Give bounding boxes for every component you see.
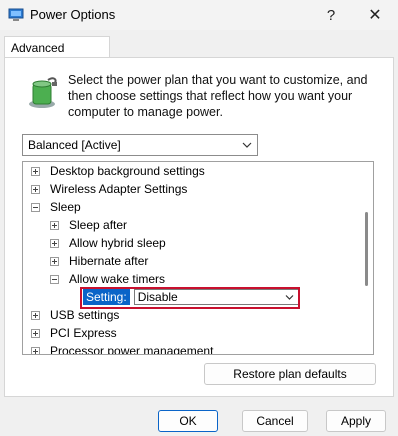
tab-advanced-settings[interactable]: Advanced settings — [4, 36, 110, 69]
tree-item-allow-wake-timers[interactable]: Allow wake timers — [50, 270, 165, 288]
expand-icon[interactable] — [50, 238, 59, 248]
wake-timers-value: Disable — [137, 290, 178, 304]
close-button[interactable]: ✕ — [352, 0, 398, 30]
power-options-icon — [8, 8, 24, 21]
tree-item-label: PCI Express — [50, 326, 117, 340]
tree-item-allow-hybrid-sleep[interactable]: Allow hybrid sleep — [50, 234, 166, 252]
collapse-icon[interactable] — [31, 202, 40, 212]
cancel-button[interactable]: Cancel — [242, 410, 308, 432]
window-title: Power Options — [30, 7, 116, 22]
expand-icon[interactable] — [31, 310, 40, 320]
tree-item-desktop-background[interactable]: Desktop background settings — [31, 162, 205, 180]
expand-icon[interactable] — [31, 184, 40, 194]
chevron-down-icon — [285, 295, 294, 300]
tree-item-label: Allow hybrid sleep — [69, 236, 166, 250]
collapse-icon[interactable] — [50, 274, 59, 284]
tree-item-label: Allow wake timers — [69, 272, 166, 286]
tree-item-usb-settings[interactable]: USB settings — [31, 306, 119, 324]
power-plan-dropdown[interactable]: Balanced [Active] — [22, 134, 258, 156]
expand-icon[interactable] — [31, 346, 40, 354]
tree-item-hibernate-after[interactable]: Hibernate after — [50, 252, 148, 270]
tree-item-wireless-adapter[interactable]: Wireless Adapter Settings — [31, 180, 187, 198]
wake-timers-dropdown[interactable]: Disable — [133, 289, 299, 305]
tree-item-label: Sleep — [50, 200, 81, 214]
tree-item-label: Processor power management — [50, 344, 214, 355]
power-plan-value: Balanced [Active] — [28, 138, 121, 152]
tree-item-label: Sleep after — [69, 218, 128, 232]
expand-icon[interactable] — [50, 256, 59, 266]
expand-icon[interactable] — [31, 328, 40, 338]
ok-button[interactable]: OK — [158, 410, 218, 432]
title-bar: Power Options ? ✕ — [0, 0, 398, 30]
tree-item-processor-power-management[interactable]: Processor power management — [31, 342, 214, 355]
description-text: Select the power plan that you want to c… — [68, 73, 368, 119]
expand-icon[interactable] — [50, 220, 59, 230]
tree-item-sleep[interactable]: Sleep — [31, 198, 81, 216]
tree-item-label: Hibernate after — [69, 254, 149, 268]
tree-item-label: Desktop background settings — [50, 164, 205, 178]
apply-button[interactable]: Apply — [326, 410, 386, 432]
tree-item-sleep-after[interactable]: Sleep after — [50, 216, 127, 234]
settings-tree[interactable]: Desktop background settings Wireless Ada… — [22, 161, 374, 355]
tree-item-label: USB settings — [50, 308, 120, 322]
tree-item-label: Wireless Adapter Settings — [50, 182, 188, 196]
setting-label: Setting: — [83, 289, 130, 305]
chevron-down-icon — [242, 142, 252, 148]
wake-timers-setting: Setting: Disable — [83, 288, 299, 306]
power-plan-icon — [29, 77, 57, 108]
restore-plan-defaults-button[interactable]: Restore plan defaults — [204, 363, 376, 385]
tree-scrollbar[interactable] — [361, 162, 373, 354]
tree-item-pci-express[interactable]: PCI Express — [31, 324, 117, 342]
scrollbar-thumb[interactable] — [365, 212, 368, 286]
expand-icon[interactable] — [31, 166, 40, 176]
help-button[interactable]: ? — [308, 0, 354, 30]
